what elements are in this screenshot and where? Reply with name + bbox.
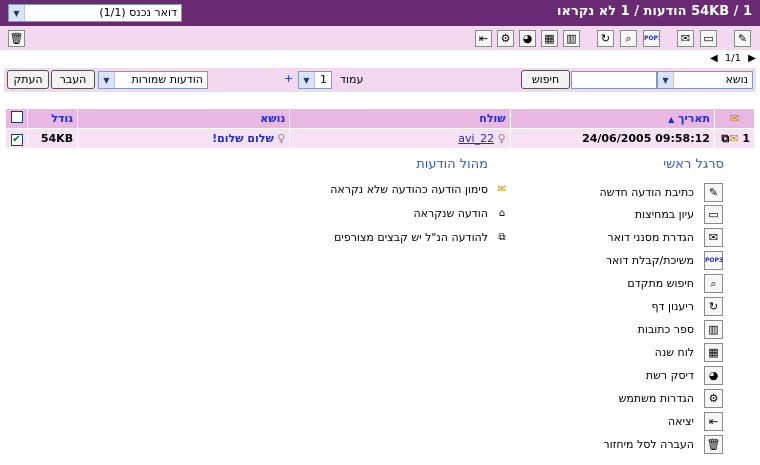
size-header[interactable]: גודל — [27, 108, 79, 129]
attachment-icon: ⧉ — [498, 232, 506, 243]
row-date: 24/06/2005 09:58:12 — [509, 128, 715, 149]
folder-select-value: דואר נכנס (1/1) — [99, 6, 177, 19]
advanced-search-icon: ⌕ — [704, 274, 723, 293]
menu-item-logout: יציאה — [668, 415, 694, 428]
title-bar: 54KB / 1 הודעות / 1 לא נקראו דואר נכנס (… — [0, 0, 760, 26]
chevron-down-icon[interactable]: ▼ — [99, 72, 115, 88]
new-message-icon[interactable]: ✎ — [734, 30, 751, 47]
select-all-checkbox[interactable] — [10, 111, 23, 123]
chevron-down-icon[interactable]: ▼ — [299, 72, 315, 88]
envelope-icon: ✉ — [729, 112, 740, 125]
search-button[interactable]: חיפוש — [521, 70, 570, 89]
menu-item-advanced-search: חיפוש מתקדם — [627, 277, 694, 290]
menu-item-recycle-bin: העברה לסל מיחזור — [603, 438, 694, 451]
sender-icon: ♀ — [497, 132, 506, 145]
advanced-search-icon[interactable]: ⌕ — [620, 30, 637, 47]
page-select[interactable]: 1 ▼ — [298, 71, 332, 89]
logout-icon[interactable]: ⇤ — [475, 30, 492, 47]
row-status-cell: 1 ✉⧉ — [713, 128, 756, 149]
row-subject-link[interactable]: שלום שלום! — [212, 132, 274, 145]
read-envelope-icon: ⌂ — [498, 208, 506, 219]
row-subject-cell: ♀ שלום שלום! — [77, 128, 291, 149]
new-message-icon: ✎ — [704, 183, 723, 202]
address-book-icon: ▥ — [704, 320, 723, 339]
legend-item-attachment: להודעה הנ"ל יש קבצים מצורפים — [334, 231, 488, 244]
copy-button[interactable]: העתק — [7, 70, 49, 89]
menu-item-user-settings: הגדרות משתמש — [618, 392, 694, 405]
network-disk-icon[interactable]: ◕ — [519, 30, 536, 47]
pop3-icon: POP3 — [704, 251, 723, 270]
page-count: 1/1 — [724, 53, 741, 64]
refresh-icon: ↻ — [704, 297, 723, 316]
filter-bar: נושא ▼ חיפוש עמוד 1 ▼ + הודעות שמורות ▼ … — [4, 68, 756, 92]
move-button[interactable]: העבר — [51, 70, 95, 89]
legend-item-read: הודעה שנקראה — [413, 207, 488, 220]
menu-item-pop3: משיכת/קבלת דואר — [605, 254, 694, 267]
sort-asc-icon[interactable]: ▲ — [668, 115, 674, 124]
recycle-bin-icon: 🗑 — [704, 435, 723, 454]
row-select-cell: ✔ — [4, 128, 29, 149]
calendar-icon: ▦ — [704, 343, 723, 362]
menu-item-refresh: ריענון דף — [651, 300, 695, 313]
search-field-select[interactable]: נושא ▼ — [657, 71, 753, 89]
date-header-label: תאריך — [678, 112, 710, 125]
user-settings-icon: ⚙ — [704, 389, 723, 408]
chevron-down-icon[interactable]: ▼ — [658, 72, 674, 88]
mail-filters-icon: ✉ — [704, 228, 723, 247]
page-label: עמוד — [340, 73, 364, 86]
row-from-cell: ♀ avi_22 — [289, 128, 511, 149]
legend-item-unread: סימון הודעה כהודעה שלא נקראה — [330, 183, 488, 196]
search-input[interactable] — [571, 71, 657, 89]
select-all-header — [4, 108, 29, 129]
unread-envelope-icon: ✉ — [729, 131, 739, 145]
status-header: ✉ — [713, 108, 756, 129]
menu-item-calendar: לוח שנה — [654, 346, 694, 359]
menu-item-filters: הגדרת מסנני דואר — [607, 231, 694, 244]
mailbox-summary: 54KB / 1 הודעות / 1 לא נקראו — [557, 4, 752, 19]
logout-icon: ⇤ — [704, 412, 723, 431]
add-page-link[interactable]: + — [284, 72, 293, 85]
menu-item-folders: עיון במחיצות — [634, 208, 694, 221]
user-settings-icon[interactable]: ⚙ — [497, 30, 514, 47]
table-row[interactable]: ✔ 54KB ♀ שלום שלום! ♀ avi_22 24/06/2005 … — [4, 128, 756, 149]
row-index: 1 — [742, 131, 750, 145]
main-menu-title: סרגל ראשי — [663, 157, 724, 172]
messages-table: גודל נושא שולח תאריך ▲ ✉ ✔ 54KB ♀ שלום ש… — [4, 108, 756, 149]
folders-icon: ▭ — [704, 205, 723, 224]
menu-item-network-disk: דיסק רשת — [645, 369, 694, 382]
move-target-select[interactable]: הודעות שמורות ▼ — [98, 71, 208, 89]
subject-header[interactable]: נושא — [77, 108, 291, 129]
row-size: 54KB — [27, 128, 79, 149]
address-book-icon[interactable]: ▥ — [563, 30, 580, 47]
page-select-value: 1 — [320, 73, 327, 86]
menu-item-new-message: כתיבת הודעה חדשה — [599, 186, 694, 199]
recycle-bin-icon[interactable]: 🗑 — [8, 30, 25, 47]
pager: ◀ 1/1 ▶ — [708, 53, 758, 64]
folder-select[interactable]: דואר נכנס (1/1) ▼ — [8, 4, 182, 22]
pop3-icon[interactable]: POP3 — [643, 30, 660, 47]
menu-item-address-book: ספר כתובות — [637, 323, 694, 336]
unread-envelope-icon: ✉ — [497, 184, 507, 195]
chevron-right-icon[interactable]: ▶ — [748, 53, 756, 64]
search-field-value: נושא — [725, 73, 748, 86]
toolbar: 🗑 ⇤ ⚙ ◕ ▦ ▥ ↻ ⌕ POP3 ✉ ▭ ✎ — [0, 26, 760, 50]
row-checkbox[interactable]: ✔ — [10, 133, 23, 146]
chevron-left-icon[interactable]: ◀ — [710, 53, 718, 64]
table-header-row: גודל נושא שולח תאריך ▲ ✉ — [4, 108, 756, 129]
from-header[interactable]: שולח — [289, 108, 511, 129]
legend-title: מהול הודעות — [416, 157, 488, 172]
move-target-value: הודעות שמורות — [131, 73, 204, 86]
folders-icon[interactable]: ▭ — [700, 30, 717, 47]
calendar-icon[interactable]: ▦ — [541, 30, 558, 47]
refresh-icon[interactable]: ↻ — [597, 30, 614, 47]
row-from-link[interactable]: avi_22 — [458, 132, 494, 145]
network-disk-icon: ◕ — [704, 366, 723, 385]
mail-filters-icon[interactable]: ✉ — [677, 30, 694, 47]
chevron-down-icon[interactable]: ▼ — [9, 5, 25, 21]
priority-icon: ♀ — [277, 132, 286, 145]
date-header[interactable]: תאריך ▲ — [509, 108, 715, 129]
